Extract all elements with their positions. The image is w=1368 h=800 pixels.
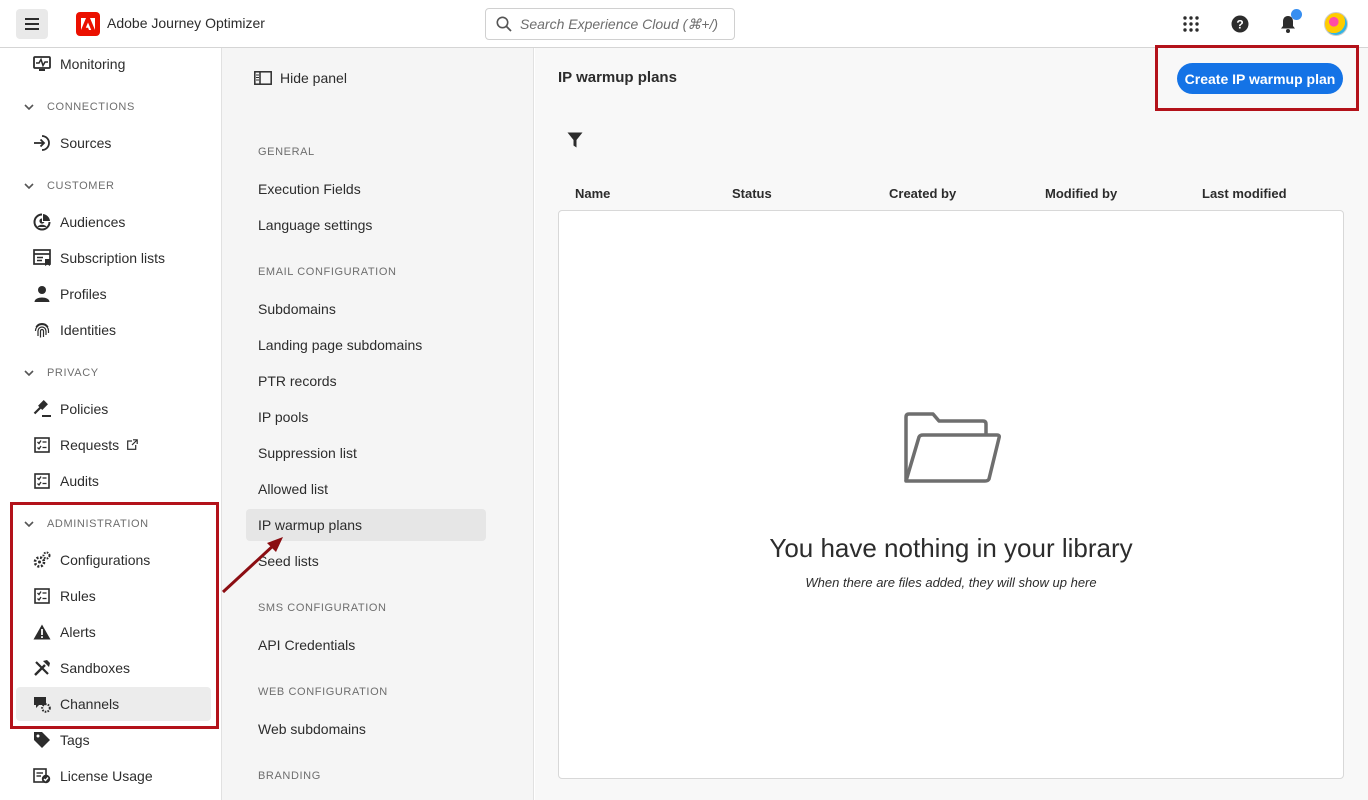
section-email-configuration: EMAIL CONFIGURATION <box>258 266 397 278</box>
svg-text:?: ? <box>1236 18 1243 32</box>
nav-item-license-usage[interactable]: License Usage <box>24 759 214 793</box>
apps-grid-icon[interactable] <box>1179 12 1203 36</box>
adobe-logo-icon[interactable] <box>76 12 100 36</box>
empty-folder-icon <box>903 411 1003 490</box>
main-content: IP warmup plans Create IP warmup plan Na… <box>535 48 1368 800</box>
hamburger-icon <box>25 18 39 30</box>
column-header-modified-by[interactable]: Modified by <box>1045 186 1117 201</box>
menu-item-suppression-list[interactable]: Suppression list <box>246 437 486 469</box>
annotation-highlight-administration <box>10 502 219 729</box>
checklist-icon <box>32 435 52 455</box>
nav-label: Profiles <box>60 286 107 302</box>
nav-item-monitoring[interactable]: Monitoring <box>24 47 214 81</box>
nav-label: Policies <box>60 401 109 417</box>
section-privacy[interactable]: PRIVACY <box>24 363 99 383</box>
menu-item-subdomains[interactable]: Subdomains <box>246 293 486 325</box>
user-avatar[interactable] <box>1324 12 1348 36</box>
annotation-highlight-create-button <box>1155 45 1359 111</box>
hamburger-menu-button[interactable] <box>16 9 48 39</box>
annotation-arrow <box>221 537 283 594</box>
menu-item-allowed-list[interactable]: Allowed list <box>246 473 486 505</box>
monitoring-icon <box>32 54 52 74</box>
nav-label: Monitoring <box>60 56 126 72</box>
gavel-icon <box>32 399 52 419</box>
nav-label: Audits <box>60 473 99 489</box>
subscription-list-icon <box>32 248 52 268</box>
menu-item-execution-fields[interactable]: Execution Fields <box>246 173 486 205</box>
chevron-down-icon <box>24 370 36 376</box>
menu-item-api-credentials[interactable]: API Credentials <box>246 629 486 661</box>
nav-label: Audiences <box>60 214 126 230</box>
fingerprint-icon <box>32 320 52 340</box>
audiences-icon <box>32 212 52 232</box>
nav-label: Identities <box>60 322 117 338</box>
section-label: CONNECTIONS <box>47 101 135 113</box>
section-web-configuration: WEB CONFIGURATION <box>258 686 388 698</box>
menu-item-language-settings[interactable]: Language settings <box>246 209 486 241</box>
help-icon[interactable]: ? <box>1228 12 1252 36</box>
menu-item-ptr-records[interactable]: PTR records <box>246 365 486 397</box>
nav-item-subscription-lists[interactable]: Subscription lists <box>24 241 214 275</box>
hide-panel-label: Hide panel <box>280 70 347 86</box>
column-header-status[interactable]: Status <box>732 186 772 201</box>
nav-item-audits[interactable]: Audits <box>24 464 214 498</box>
column-header-last-modified[interactable]: Last modified <box>1202 186 1287 201</box>
notifications-bell-icon[interactable] <box>1276 9 1302 36</box>
page-title: IP warmup plans <box>558 69 677 86</box>
section-label: CUSTOMER <box>47 180 115 192</box>
section-connections[interactable]: CONNECTIONS <box>24 97 135 117</box>
nav-item-profiles[interactable]: Profiles <box>24 277 214 311</box>
empty-library-table: You have nothing in your library When th… <box>558 210 1344 779</box>
section-sms-configuration: SMS CONFIGURATION <box>258 602 387 614</box>
nav-item-policies[interactable]: Policies <box>24 392 214 426</box>
sources-icon <box>32 133 52 153</box>
nav-label: License Usage <box>60 768 153 784</box>
chevron-down-icon <box>24 104 36 110</box>
table-header: Name Status Created by Modified by Last … <box>558 186 1344 206</box>
column-header-created-by[interactable]: Created by <box>889 186 956 201</box>
license-icon <box>32 766 52 786</box>
top-bar: Adobe Journey Optimizer ? <box>0 0 1368 48</box>
search-icon <box>496 16 512 32</box>
menu-item-landing-page-subdomains[interactable]: Landing page subdomains <box>246 329 486 361</box>
external-link-icon <box>127 437 139 453</box>
hide-panel-button[interactable]: Hide panel <box>254 70 347 86</box>
column-header-name[interactable]: Name <box>575 186 610 201</box>
filter-icon[interactable] <box>567 132 583 154</box>
checklist-icon <box>32 471 52 491</box>
chevron-down-icon <box>24 183 36 189</box>
settings-panel: Hide panel GENERAL Execution Fields Lang… <box>222 48 534 800</box>
nav-item-identities[interactable]: Identities <box>24 313 214 347</box>
section-general: GENERAL <box>258 146 315 158</box>
section-customer[interactable]: CUSTOMER <box>24 176 115 196</box>
app-title[interactable]: Adobe Journey Optimizer <box>107 15 265 31</box>
nav-item-sources[interactable]: Sources <box>24 126 214 160</box>
tag-icon <box>32 730 52 750</box>
empty-state-subtitle: When there are files added, they will sh… <box>805 575 1097 590</box>
nav-label: Requests <box>60 437 120 453</box>
menu-item-web-subdomains[interactable]: Web subdomains <box>246 713 486 745</box>
section-label: PRIVACY <box>47 367 99 379</box>
nav-label: Subscription lists <box>60 250 166 266</box>
nav-item-audiences[interactable]: Audiences <box>24 205 214 239</box>
notification-badge <box>1291 9 1302 20</box>
section-branding: BRANDING <box>258 770 321 782</box>
empty-state-title: You have nothing in your library <box>769 533 1133 563</box>
menu-item-ip-pools[interactable]: IP pools <box>246 401 486 433</box>
profile-icon <box>32 284 52 304</box>
nav-label: Sources <box>60 135 112 151</box>
nav-item-requests[interactable]: Requests <box>24 428 214 462</box>
panel-icon <box>254 71 272 85</box>
search-input[interactable] <box>520 16 720 32</box>
search-field[interactable] <box>485 8 735 40</box>
nav-label: Tags <box>60 732 90 748</box>
